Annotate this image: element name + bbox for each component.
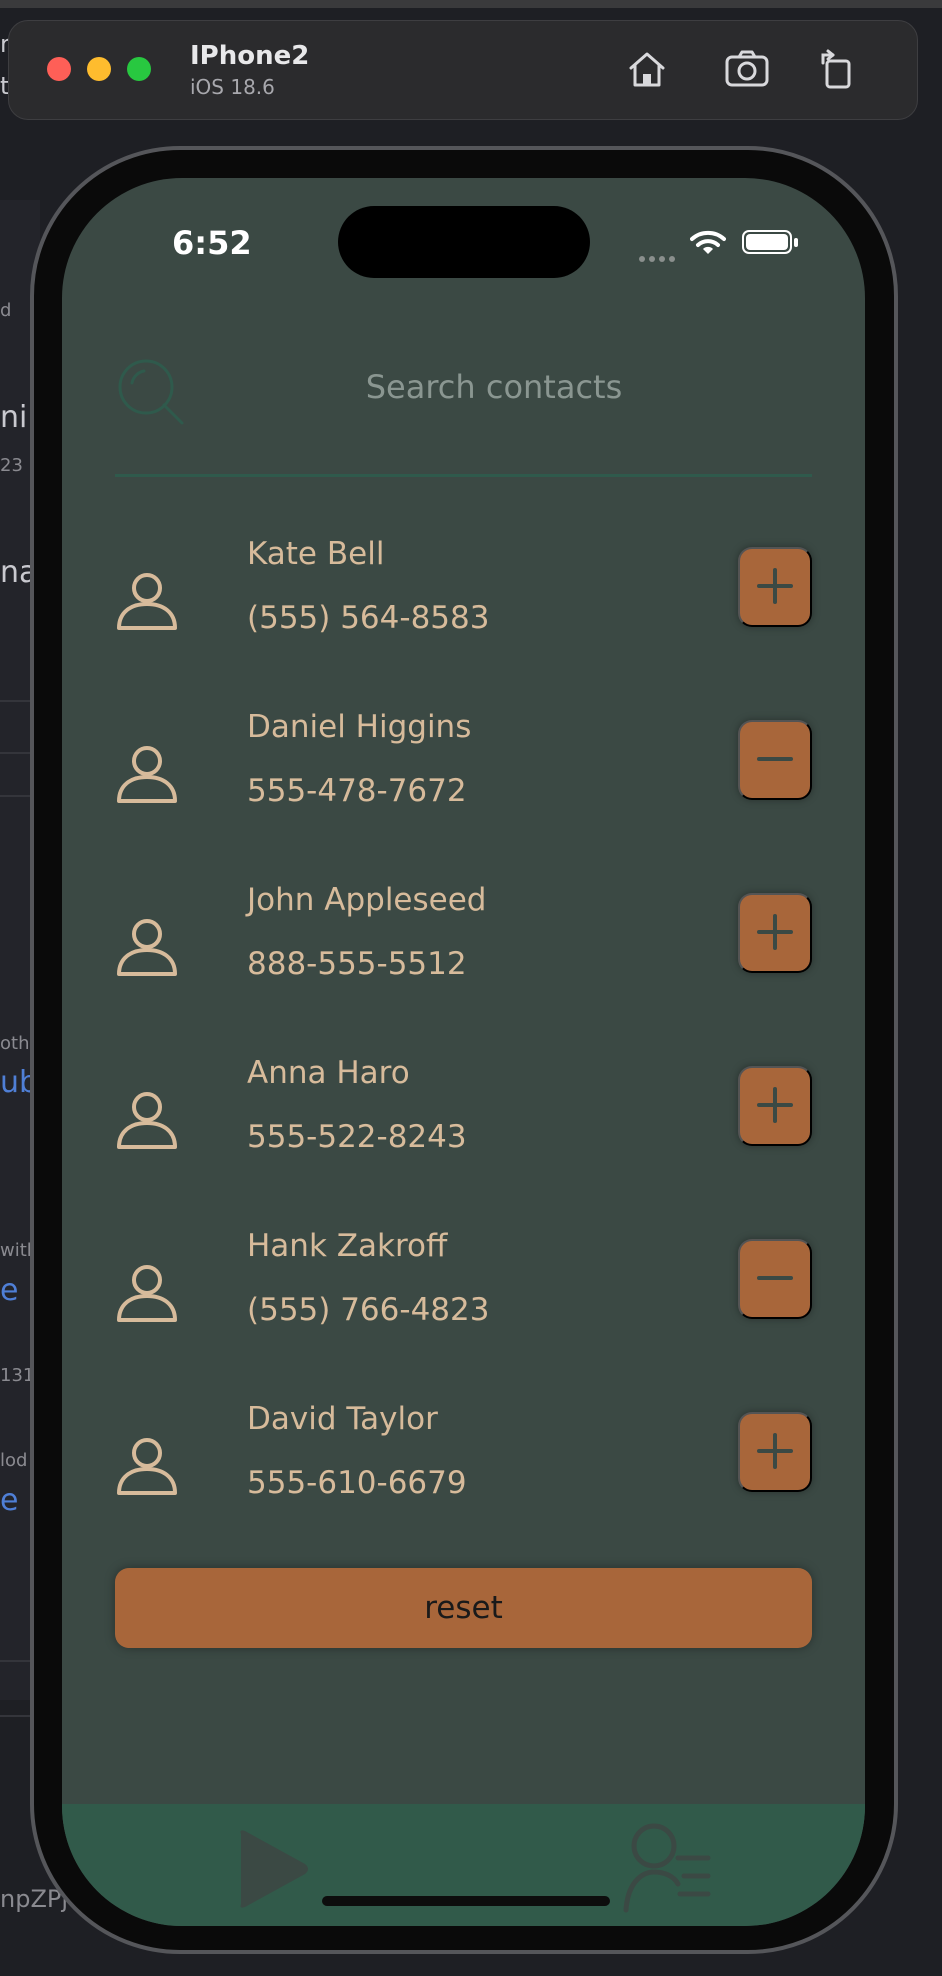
screenshot-icon[interactable]: [723, 47, 769, 91]
tab-bar: [62, 1804, 865, 1926]
rotate-icon[interactable]: [815, 47, 859, 91]
status-time: 6:52: [172, 224, 252, 262]
cellular-signal-icon: [638, 248, 678, 262]
contacts-list-icon[interactable]: [622, 1818, 712, 1922]
contact-row: Hank Zakroff (555) 766-4823: [115, 1228, 812, 1378]
contact-row: John Appleseed 888-555-5512: [115, 882, 812, 1032]
app-screen: 6:52 Kate Bell (555): [62, 178, 865, 1926]
reset-button[interactable]: reset: [115, 1568, 812, 1648]
contact-row: Anna Haro 555-522-8243: [115, 1055, 812, 1205]
wifi-icon: [690, 230, 726, 260]
add-contact-button[interactable]: [738, 1066, 812, 1146]
remove-contact-button[interactable]: [738, 720, 812, 800]
person-icon: [115, 1087, 179, 1155]
background-text: 23: [0, 455, 23, 476]
contact-name: Daniel Higgins: [247, 709, 472, 745]
minus-icon: [755, 1258, 795, 1301]
home-icon[interactable]: [625, 47, 669, 91]
person-icon: [115, 1260, 179, 1328]
person-icon: [115, 1433, 179, 1501]
contact-name: David Taylor: [247, 1401, 438, 1437]
person-icon: [115, 914, 179, 982]
simulator-titlebar: IPhone2 iOS 18.6: [8, 20, 918, 120]
add-contact-button[interactable]: [738, 893, 812, 973]
desktop-top-strip: [0, 0, 942, 8]
minimize-window-button[interactable]: [87, 57, 111, 81]
remove-contact-button[interactable]: [738, 1239, 812, 1319]
plus-icon: [755, 1431, 795, 1474]
add-contact-button[interactable]: [738, 1412, 812, 1492]
zoom-window-button[interactable]: [127, 57, 151, 81]
background-text: d: [0, 300, 12, 321]
battery-tip: [794, 238, 798, 247]
contact-row: Kate Bell (555) 564-8583: [115, 536, 812, 686]
contact-name: Kate Bell: [247, 536, 385, 572]
home-indicator[interactable]: [322, 1896, 610, 1906]
contact-phone: (555) 564-8583: [247, 600, 490, 636]
contact-phone: 888-555-5512: [247, 946, 467, 982]
plus-icon: [755, 912, 795, 955]
contact-row: David Taylor 555-610-6679: [115, 1401, 812, 1551]
search-input[interactable]: [242, 358, 746, 416]
background-text: oth: [0, 1033, 30, 1054]
contact-phone: (555) 766-4823: [247, 1292, 490, 1328]
battery-icon: [742, 230, 792, 254]
plus-icon: [755, 1085, 795, 1128]
minus-icon: [755, 739, 795, 782]
search-underline: [115, 474, 812, 477]
plus-icon: [755, 566, 795, 609]
contact-phone: 555-522-8243: [247, 1119, 467, 1155]
contact-name: Hank Zakroff: [247, 1228, 448, 1264]
device-name: IPhone2: [190, 41, 310, 71]
background-text: lod: [0, 1450, 28, 1471]
add-contact-button[interactable]: [738, 547, 812, 627]
search-icon: [112, 353, 192, 437]
contact-name: Anna Haro: [247, 1055, 410, 1091]
contact-phone: 555-610-6679: [247, 1465, 467, 1501]
person-icon: [115, 741, 179, 809]
person-icon: [115, 568, 179, 636]
dynamic-island: [338, 206, 590, 278]
contact-phone: 555-478-7672: [247, 773, 467, 809]
play-icon[interactable]: [227, 1824, 317, 1918]
contact-name: John Appleseed: [247, 882, 487, 918]
contact-row: Daniel Higgins 555-478-7672: [115, 709, 812, 859]
close-window-button[interactable]: [47, 57, 71, 81]
device-os-version: iOS 18.6: [190, 75, 275, 99]
